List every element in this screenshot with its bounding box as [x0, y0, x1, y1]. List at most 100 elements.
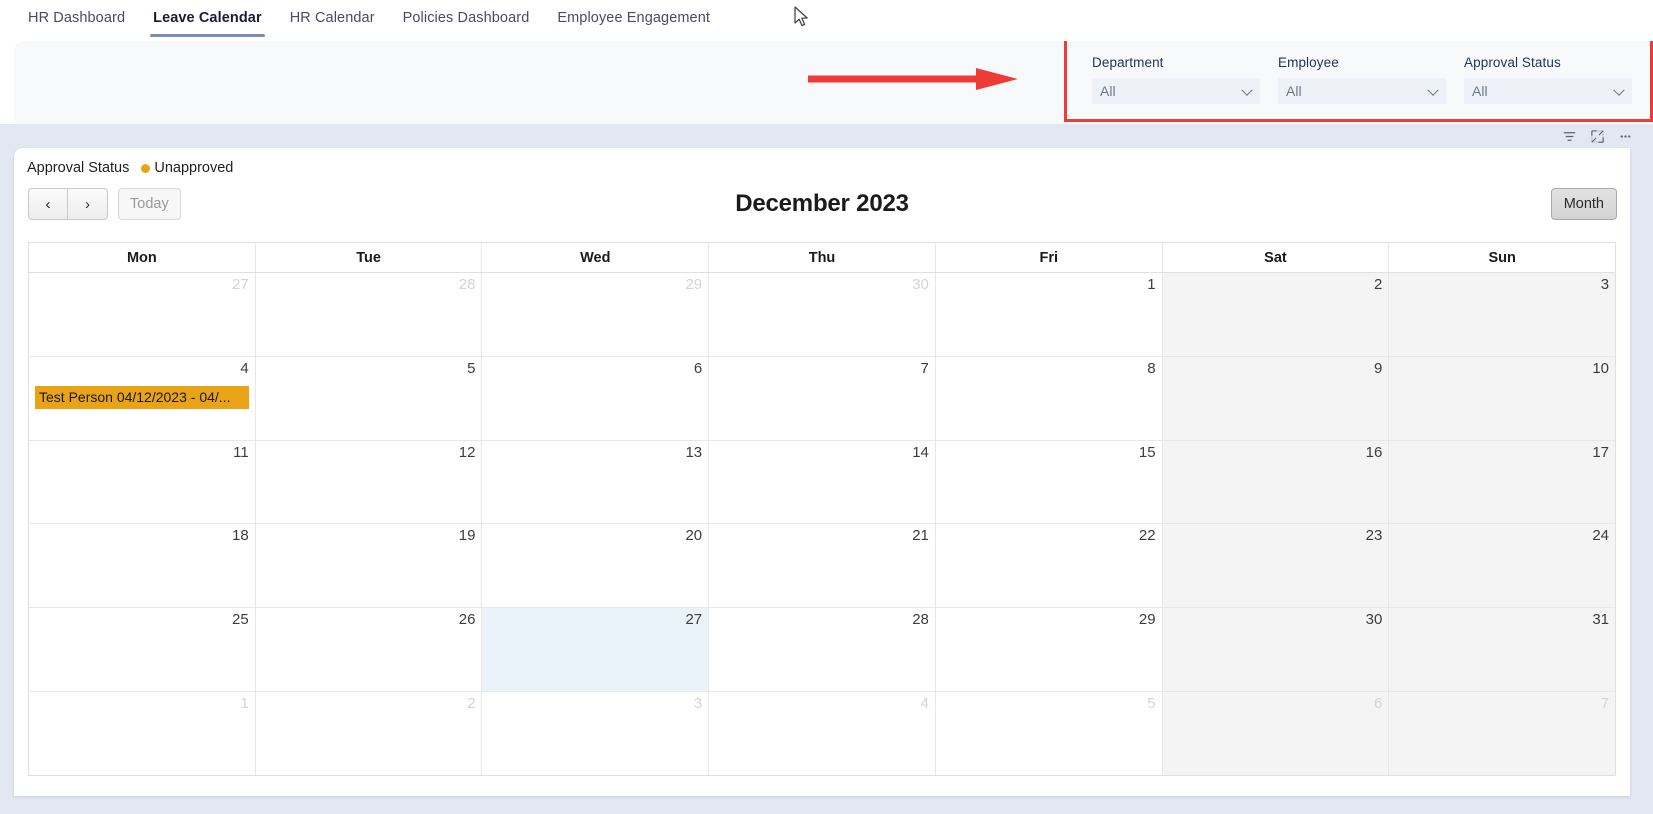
calendar-week-row: 11 12 13 14 15 16 17: [29, 440, 1616, 525]
calendar-day-cell[interactable]: 1: [936, 273, 1163, 356]
calendar-day-cell[interactable]: 8: [936, 356, 1163, 440]
weekday-header-sat: Sat: [1163, 243, 1390, 272]
calendar-event[interactable]: Test Person 04/12/2023 - 04/...: [35, 385, 249, 409]
day-number: 6: [1373, 695, 1383, 713]
calendar-day-cell[interactable]: 27: [29, 273, 256, 356]
filter-group-approval-status: Approval Status All: [1464, 55, 1650, 104]
calendar-day-cell[interactable]: 16: [1162, 440, 1390, 524]
calendar-day-cell[interactable]: 10: [1389, 356, 1616, 440]
weekday-header-fri: Fri: [936, 243, 1163, 272]
more-options-icon[interactable]: [1612, 125, 1638, 147]
calendar-day-cell[interactable]: 30: [1162, 608, 1390, 692]
calendar-day-cell[interactable]: 7: [1389, 692, 1616, 775]
calendar-day-cell[interactable]: 12: [256, 440, 483, 524]
calendar-day-cell[interactable]: 14: [709, 440, 936, 524]
day-number: 4: [240, 359, 249, 377]
filter-label: Department: [1092, 54, 1164, 70]
day-number: 2: [467, 695, 476, 713]
calendar-day-cell[interactable]: 31: [1389, 608, 1616, 692]
day-number: 29: [1138, 611, 1156, 629]
calendar-day-cell[interactable]: 28: [256, 273, 483, 356]
calendar-day-cell[interactable]: 28: [709, 608, 936, 692]
filter-dropdown-approval-status[interactable]: All: [1464, 77, 1632, 104]
chevron-down-icon: [1427, 84, 1439, 96]
focus-mode-icon[interactable]: [1584, 125, 1610, 147]
calendar-day-cell[interactable]: 22: [936, 524, 1163, 608]
calendar-day-cell[interactable]: 23: [1162, 524, 1390, 608]
filter-label: Approval Status: [1464, 54, 1561, 70]
calendar-day-cell[interactable]: 29: [482, 273, 710, 356]
legend-item-label: Unapproved: [154, 160, 234, 176]
nav-tab-leave-calendar[interactable]: Leave Calendar: [139, 0, 276, 37]
calendar-day-cell[interactable]: 5: [256, 356, 483, 440]
filters-panel: Department All Employee All Approval Status A…: [1064, 36, 1653, 122]
nav-tab-hr-dashboard[interactable]: HR Dashboard: [14, 0, 139, 37]
calendar-week-row: 27 28 29 30 1 2 3: [29, 273, 1616, 357]
calendar-day-cell[interactable]: 26: [256, 608, 483, 692]
filter-selected-value: All: [1286, 82, 1302, 99]
filter-dropdown-department[interactable]: All: [1092, 77, 1260, 104]
previous-month-button[interactable]: ‹: [28, 188, 68, 220]
day-number: 16: [1365, 443, 1383, 461]
calendar-day-cell[interactable]: 3: [1389, 273, 1616, 356]
filter-icon[interactable]: [1556, 125, 1582, 147]
calendar-day-cell[interactable]: 25: [29, 608, 256, 692]
calendar-week-row: 1 2 3 4 5 6 7: [29, 692, 1616, 775]
nav-tab-hr-calendar[interactable]: HR Calendar: [276, 0, 389, 37]
day-number: 28: [912, 611, 929, 629]
calendar-day-cell[interactable]: 20: [482, 524, 710, 608]
filter-dropdown-employee[interactable]: All: [1278, 77, 1446, 104]
calendar-day-cell[interactable]: 6: [1162, 692, 1390, 775]
calendar-day-cell[interactable]: 17: [1389, 440, 1616, 524]
calendar-day-cell[interactable]: 3: [482, 692, 710, 775]
next-month-button[interactable]: ›: [68, 188, 108, 220]
day-number: 9: [1373, 359, 1383, 377]
day-number: 24: [1592, 527, 1610, 545]
day-number: 27: [232, 276, 249, 293]
calendar-day-cell[interactable]: 13: [482, 440, 710, 524]
calendar-day-cell[interactable]: 4 Test Person 04/12/2023 - 04/...: [29, 356, 256, 440]
calendar-day-cell[interactable]: 15: [936, 440, 1163, 524]
calendar-day-cell[interactable]: 18: [29, 524, 256, 608]
calendar-day-cell[interactable]: 11: [29, 440, 256, 524]
legend: Approval Status Unapproved: [27, 160, 233, 176]
calendar-day-cell[interactable]: 2: [1162, 273, 1390, 356]
weekday-header-mon: Mon: [29, 243, 256, 272]
calendar-day-cell[interactable]: 21: [709, 524, 936, 608]
calendar-day-cell[interactable]: 19: [256, 524, 483, 608]
today-button[interactable]: Today: [118, 188, 181, 220]
day-number: 13: [685, 443, 703, 461]
calendar-day-cell[interactable]: 2: [256, 692, 483, 775]
calendar-day-cell[interactable]: 27: [482, 608, 710, 692]
calendar-day-cell[interactable]: 7: [709, 356, 936, 440]
calendar-day-cell[interactable]: 1: [29, 692, 256, 775]
day-number: 8: [1147, 359, 1156, 377]
calendar-day-cell[interactable]: 5: [936, 692, 1163, 775]
filter-group-employee: Employee All: [1278, 55, 1464, 104]
day-number: 28: [458, 276, 476, 293]
nav-tab-policies-dashboard[interactable]: Policies Dashboard: [389, 0, 544, 37]
calendar-day-cell[interactable]: 6: [482, 356, 710, 440]
day-number: 22: [1138, 527, 1156, 545]
day-number: 1: [240, 695, 249, 713]
calendar-day-cell[interactable]: 4: [709, 692, 936, 775]
chevron-down-icon: [1613, 84, 1625, 96]
calendar-day-cell[interactable]: 9: [1162, 356, 1390, 440]
calendar-day-cell[interactable]: 24: [1389, 524, 1616, 608]
nav-tab-employee-engagement[interactable]: Employee Engagement: [543, 0, 724, 37]
prev-next-group: ‹ ›: [28, 188, 108, 220]
day-number: 14: [912, 443, 929, 461]
day-number: 18: [232, 527, 249, 545]
view-month-button[interactable]: Month: [1550, 188, 1617, 220]
day-number: 4: [920, 695, 929, 713]
day-number: 21: [912, 527, 929, 545]
calendar-day-cell[interactable]: 29: [936, 608, 1163, 692]
day-number: 29: [685, 276, 703, 293]
chevron-down-icon: [1241, 84, 1253, 96]
calendar-week-row: 25 26 27 28 29 30 31: [29, 608, 1616, 693]
filter-selected-value: All: [1472, 82, 1488, 99]
calendar-day-cell[interactable]: 30: [709, 273, 936, 356]
day-number: 7: [920, 359, 929, 377]
legend-color-swatch: [141, 163, 151, 173]
day-number: 15: [1138, 443, 1156, 461]
